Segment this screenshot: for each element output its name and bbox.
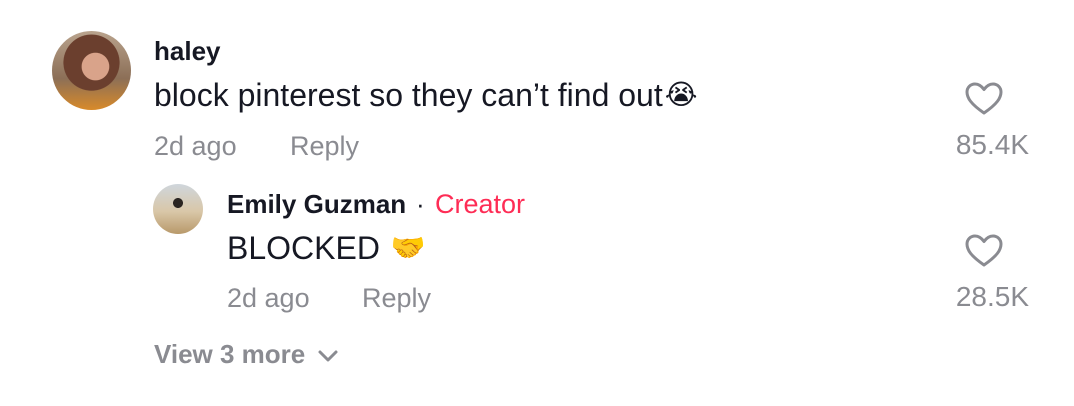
reply-button[interactable]: Reply xyxy=(290,130,359,162)
view-more-label: View 3 more xyxy=(154,339,306,369)
handshake-emoji: 🤝 xyxy=(390,232,426,263)
reply-button[interactable]: Reply xyxy=(362,282,431,314)
creator-badge: Creator xyxy=(435,189,526,219)
reply-timestamp: 2d ago xyxy=(227,283,310,313)
avatar-haley[interactable] xyxy=(52,31,131,110)
reply-username[interactable]: Emily Guzman xyxy=(227,189,406,219)
comment-timestamp: 2d ago xyxy=(154,131,237,161)
separator-dot: · xyxy=(416,189,425,219)
like-count: 28.5K xyxy=(955,281,1029,312)
like-count: 85.4K xyxy=(955,129,1029,160)
reply-text: BLOCKED 🤝 xyxy=(227,229,426,267)
chevron-down-icon xyxy=(318,350,338,362)
comment-username[interactable]: haley xyxy=(154,36,221,66)
reply-text-body: BLOCKED xyxy=(227,230,380,266)
avatar-emily-guzman[interactable] xyxy=(153,184,203,234)
comment-text: block pinterest so they can’t find out😭 xyxy=(154,76,697,114)
heart-icon[interactable] xyxy=(965,82,1003,116)
heart-icon[interactable] xyxy=(965,234,1003,268)
view-more-replies-button[interactable]: View 3 more xyxy=(154,338,339,370)
comment-text-body: block pinterest so they can’t find out xyxy=(154,77,663,113)
loudly-crying-face-emoji: 😭 xyxy=(664,79,698,110)
